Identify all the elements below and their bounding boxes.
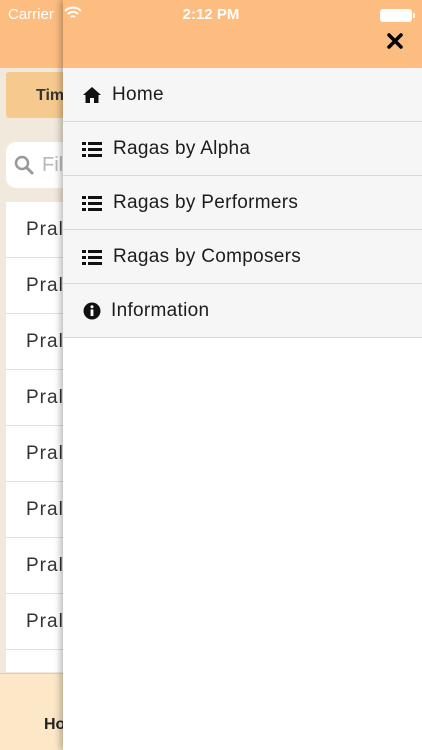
menu-item-information[interactable]: Information <box>63 284 422 338</box>
status-bar: Carrier 2:12 PM <box>0 0 422 30</box>
app-screen: Carrier 2:12 PM Tim Fil Pral Pral Pral P… <box>0 0 422 750</box>
menu-label: Home <box>112 84 164 105</box>
battery-icon <box>380 9 415 22</box>
segment-label: Tim <box>36 87 65 104</box>
menu-label: Ragas by Alpha <box>113 138 251 159</box>
menu-item-ragas-by-performers[interactable]: Ragas by Performers <box>63 176 422 230</box>
menu-label: Ragas by Composers <box>113 246 302 267</box>
list-icon <box>82 196 102 211</box>
menu-item-home[interactable]: Home <box>63 68 422 122</box>
search-placeholder: Fil <box>42 154 64 176</box>
info-circle-icon <box>83 302 101 320</box>
status-time: 2:12 PM <box>182 6 240 23</box>
menu-item-ragas-by-composers[interactable]: Ragas by Composers <box>63 230 422 284</box>
menu-label: Information <box>111 300 210 321</box>
menu-item-ragas-by-alpha[interactable]: Ragas by Alpha <box>63 122 422 176</box>
list-icon <box>82 142 102 157</box>
close-x-icon <box>387 33 403 49</box>
drawer-menu: Home Ragas by Alpha Ragas by Performers <box>63 68 422 338</box>
menu-label: Ragas by Performers <box>113 192 299 213</box>
side-menu-drawer: Home Ragas by Alpha Ragas by Performers <box>63 0 422 750</box>
close-button[interactable] <box>382 28 408 54</box>
list-icon <box>82 250 102 265</box>
home-icon <box>83 87 101 103</box>
search-icon <box>14 155 34 175</box>
